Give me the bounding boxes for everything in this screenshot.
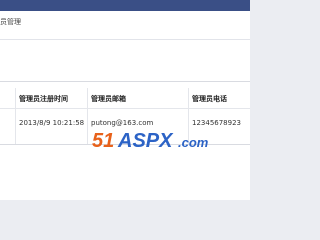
cell-phone: 12345678923 [192, 119, 241, 127]
watermark-number: 51 [92, 130, 114, 151]
column-divider [87, 88, 88, 144]
cell-register-time: 2013/8/9 10:21:58 [19, 119, 85, 127]
watermark-brand: ASPX [117, 130, 174, 151]
column-divider [15, 88, 16, 144]
watermark-logo: 51 ASPX .com [92, 130, 209, 151]
watermark-suffix: .com [178, 135, 209, 150]
footer-band [0, 200, 250, 230]
table-row-divider [0, 108, 250, 109]
top-bar [0, 0, 250, 11]
cell-email: putong@163.com [91, 119, 154, 127]
header-phone: 管理员电话 [192, 95, 227, 103]
header-email: 管理员邮箱 [91, 95, 126, 103]
page-title: 员管理 [0, 18, 21, 26]
header-register-time: 管理员注册时间 [19, 95, 68, 103]
table-top-border [0, 81, 250, 82]
title-divider [0, 39, 250, 40]
